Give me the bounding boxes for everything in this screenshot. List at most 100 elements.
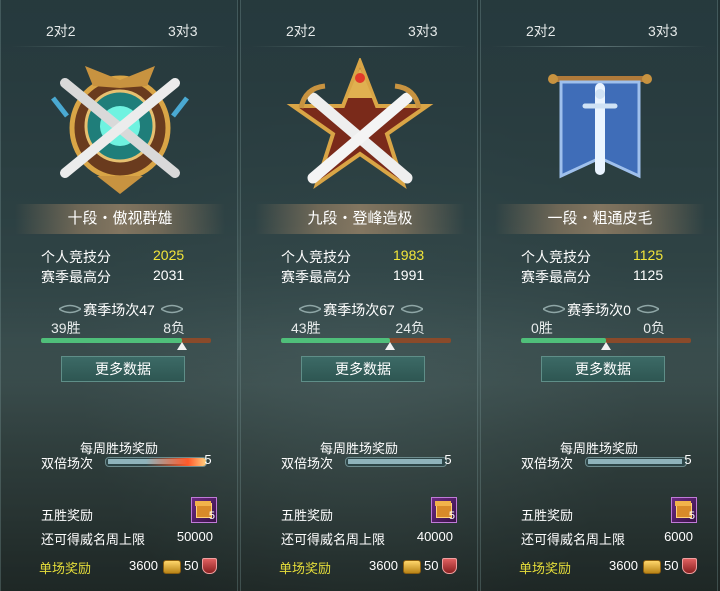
losses-count: 8负 [163, 320, 185, 336]
win-marker-icon [601, 342, 611, 350]
double-bar-segments [348, 459, 442, 464]
coin-icon [643, 560, 661, 574]
tab-3v3[interactable]: 3对3 [408, 21, 438, 41]
single-reward-coins: 3600 [369, 558, 398, 573]
more-data-button[interactable]: 更多数据 [61, 356, 185, 382]
season-high-row: 赛季最高分 1991 [281, 267, 424, 287]
mode-tabs: 2对2 3对3 [1, 0, 237, 47]
double-matches-label: 双倍场次 [281, 456, 334, 471]
season-high-value: 2031 [153, 267, 185, 283]
tab-divider [11, 46, 227, 47]
treasure-chest-icon[interactable]: 5 [431, 497, 457, 523]
tab-2v2[interactable]: 2对2 [526, 21, 556, 41]
single-match-reward-label: 单场奖励 [519, 561, 572, 576]
personal-score-label: 个人竞技分 [281, 249, 351, 265]
chest-count: 5 [208, 510, 215, 522]
season-high-label: 赛季最高分 [521, 269, 591, 285]
mode-tabs: 2对2 3对3 [481, 0, 717, 47]
personal-score-row: 个人竞技分 1125 [521, 247, 663, 267]
honor-shield-icon [202, 558, 217, 574]
single-reward-honor: 50 [424, 558, 439, 573]
single-reward-coins: 3600 [129, 558, 158, 573]
win-loss-bar [41, 338, 211, 350]
tab-divider [491, 46, 707, 47]
season-matches: 赛季场次67 [323, 302, 395, 318]
personal-score-value: 2025 [153, 247, 185, 263]
weekly-cap-value: 40000 [416, 529, 453, 544]
double-matches-count: 5 [439, 452, 457, 468]
win-fill [521, 338, 606, 343]
five-win-reward-label: 五胜奖励 [281, 508, 334, 523]
chest-lid [435, 501, 451, 506]
win-marker-icon [385, 342, 395, 350]
win-fill [41, 338, 183, 343]
double-matches-bar [345, 457, 447, 467]
chest-lid [675, 501, 691, 506]
tab-2v2[interactable]: 2对2 [46, 21, 76, 41]
season-matches: 赛季场次0 [567, 302, 631, 318]
chest-count: 5 [448, 510, 455, 522]
coin-icon [163, 560, 181, 574]
double-matches-bar [585, 457, 687, 467]
wins-count: 43胜 [291, 320, 321, 336]
rank-emblem-star-icon [286, 58, 434, 190]
win-fill [281, 338, 390, 343]
personal-score-row: 个人竞技分 2025 [41, 247, 184, 267]
rank-title: 一段・粗通皮毛 [495, 204, 705, 234]
double-matches-count: 5 [199, 452, 217, 468]
double-matches-count: 5 [679, 452, 697, 468]
tab-2v2[interactable]: 2对2 [286, 21, 316, 41]
season-high-value: 1125 [633, 267, 664, 283]
tab-divider [251, 46, 467, 47]
double-matches-bar [105, 457, 207, 467]
double-matches-label: 双倍场次 [41, 456, 94, 471]
arena-panel-0: 2对2 3对3 十段・傲视群雄 个人竞技分 2025 赛季最高分 2031 赛季… [0, 0, 238, 591]
personal-score-value: 1125 [633, 247, 664, 263]
honor-shield-icon [682, 558, 697, 574]
season-high-row: 赛季最高分 1125 [521, 267, 663, 287]
single-match-reward-label: 单场奖励 [39, 561, 92, 576]
more-data-button[interactable]: 更多数据 [541, 356, 665, 382]
single-match-reward-label: 单场奖励 [279, 561, 332, 576]
tab-3v3[interactable]: 3对3 [648, 21, 678, 41]
single-reward-honor: 50 [184, 558, 199, 573]
wins-count: 0胜 [531, 320, 553, 336]
rank-emblem-gold-icon [51, 66, 189, 194]
win-loss-bar [521, 338, 691, 350]
tab-3v3[interactable]: 3对3 [168, 21, 198, 41]
rank-title: 九段・登峰造极 [255, 204, 465, 234]
season-high-row: 赛季最高分 2031 [41, 267, 184, 287]
coin-icon [403, 560, 421, 574]
five-win-reward-label: 五胜奖励 [521, 508, 574, 523]
personal-score-value: 1983 [393, 247, 425, 263]
mode-tabs: 2对2 3对3 [241, 0, 477, 47]
five-win-reward-label: 五胜奖励 [41, 508, 94, 523]
single-reward-coins: 3600 [609, 558, 638, 573]
rank-title: 十段・傲视群雄 [15, 204, 225, 234]
losses-count: 0负 [643, 320, 665, 336]
chest-lid [195, 501, 211, 506]
win-marker-icon [177, 342, 187, 350]
losses-count: 24负 [395, 320, 425, 336]
arena-panel-2: 2对2 3对3 一段・粗通皮毛 个人竞技分 1125 赛季最高分 1125 赛季… [480, 0, 718, 591]
season-high-value: 1991 [393, 267, 425, 283]
weekly-cap-label: 还可得威名周上限 [281, 532, 386, 547]
personal-score-label: 个人竞技分 [41, 249, 111, 265]
win-loss-bar [281, 338, 451, 350]
personal-score-label: 个人竞技分 [521, 249, 591, 265]
more-data-button[interactable]: 更多数据 [301, 356, 425, 382]
rank-emblem-banner-icon [548, 74, 652, 179]
arena-panel-1: 2对2 3对3 九段・登峰造极 个人竞技分 1983 赛季最高分 1991 赛季… [240, 0, 478, 591]
weekly-cap-label: 还可得威名周上限 [521, 532, 626, 547]
chest-count: 5 [688, 510, 695, 522]
honor-shield-icon [442, 558, 457, 574]
double-bar-glow [146, 458, 206, 466]
treasure-chest-icon[interactable]: 5 [671, 497, 697, 523]
season-high-label: 赛季最高分 [41, 269, 111, 285]
treasure-chest-icon[interactable]: 5 [191, 497, 217, 523]
weekly-cap-label: 还可得威名周上限 [41, 532, 146, 547]
personal-score-row: 个人竞技分 1983 [281, 247, 424, 267]
single-reward-honor: 50 [664, 558, 679, 573]
wins-count: 39胜 [51, 320, 81, 336]
double-matches-label: 双倍场次 [521, 456, 574, 471]
